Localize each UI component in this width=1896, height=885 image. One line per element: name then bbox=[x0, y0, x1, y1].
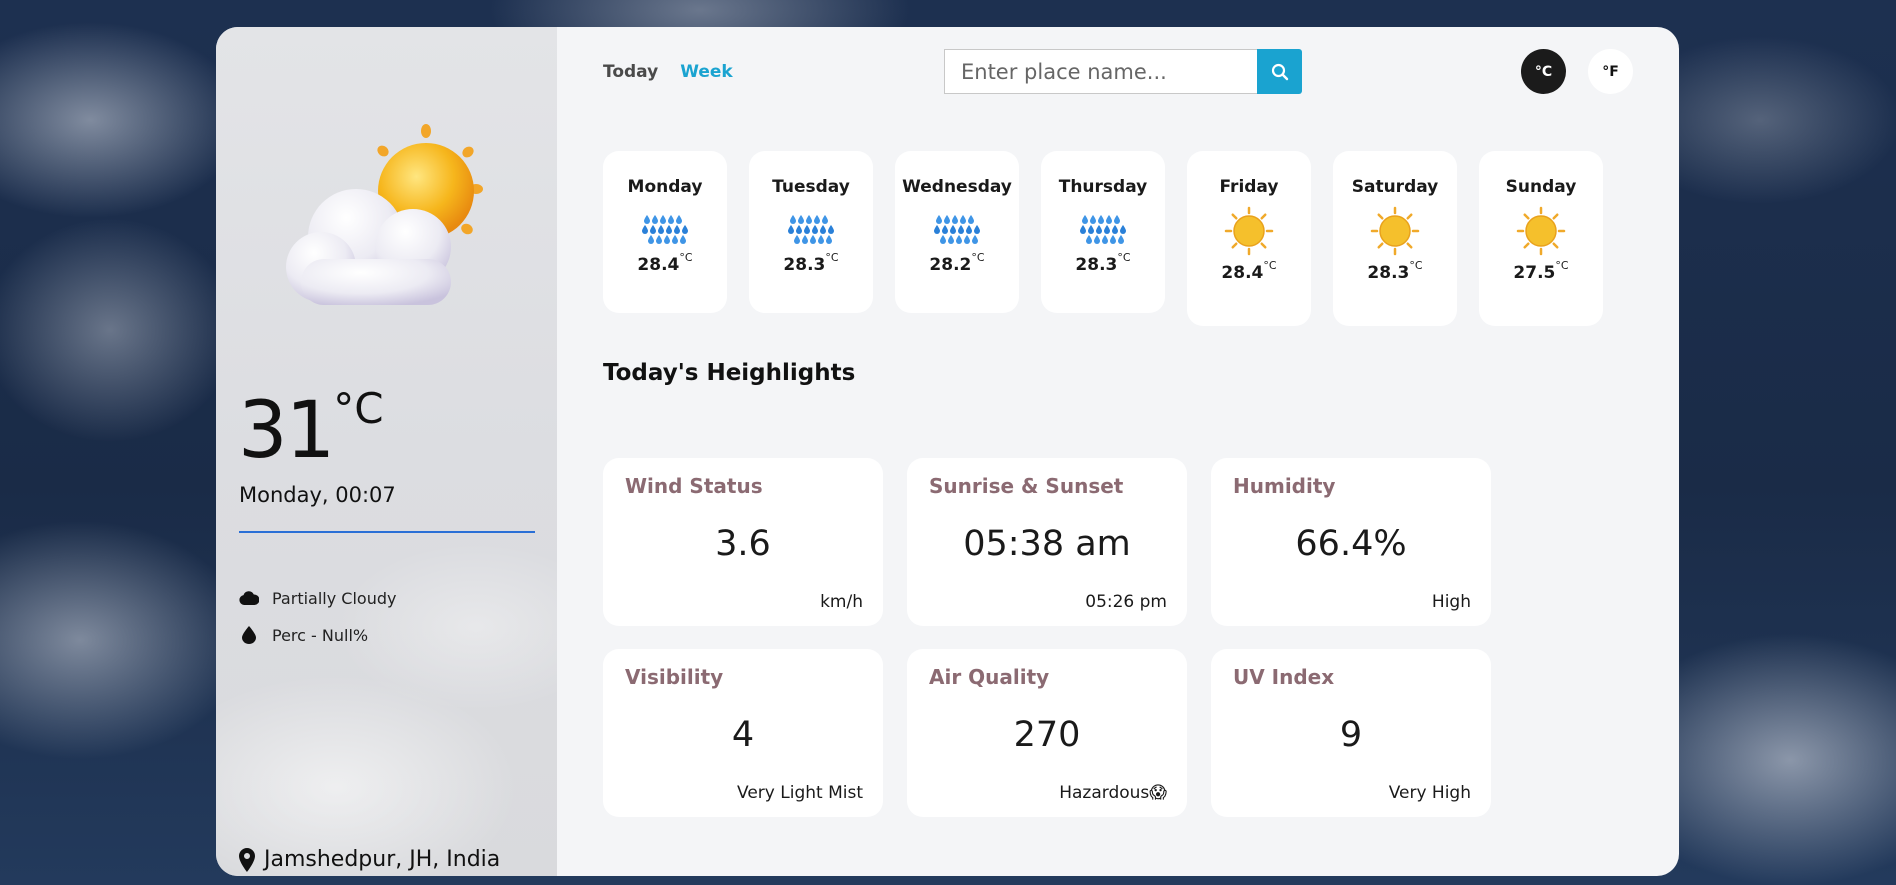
drop-icon bbox=[239, 625, 259, 645]
partly-cloudy-icon bbox=[286, 124, 483, 305]
card-value: 3.6 bbox=[715, 524, 771, 564]
condition-text: Partially Cloudy bbox=[272, 588, 397, 608]
wind-status-card: Wind Status 3.6 km/h bbox=[603, 458, 883, 626]
card-subtext: Hazardous😱 bbox=[1059, 783, 1167, 803]
card-value: 05:38 am bbox=[963, 524, 1131, 564]
day-temp: 27.5°C bbox=[1513, 259, 1569, 283]
current-datetime: Monday, 00:07 bbox=[239, 483, 396, 507]
current-temperature: 31°C bbox=[238, 384, 384, 476]
card-title: Sunrise & Sunset bbox=[929, 474, 1124, 498]
sun-icon bbox=[1333, 203, 1457, 259]
tab-week[interactable]: Week bbox=[680, 62, 733, 82]
search-button[interactable] bbox=[1257, 49, 1302, 94]
temp-unit: °C bbox=[333, 384, 384, 433]
location: Jamshedpur, JH, India bbox=[238, 847, 500, 872]
celsius-button[interactable]: °C bbox=[1521, 49, 1566, 94]
day-temp: 28.3°C bbox=[1075, 251, 1131, 275]
day-card-tuesday: Tuesday 28.3°C bbox=[749, 151, 873, 313]
precip-text: Perc - Null% bbox=[272, 625, 369, 645]
card-title: Visibility bbox=[625, 665, 724, 689]
card-title: Air Quality bbox=[929, 665, 1050, 689]
condition-row: Partially Cloudy bbox=[239, 588, 396, 608]
sunrise-sunset-card: Sunrise & Sunset 05:38 am 05:26 pm bbox=[907, 458, 1187, 626]
day-card-sunday: Sunday 27.5°C bbox=[1479, 151, 1603, 326]
day-name: Friday bbox=[1219, 177, 1279, 197]
location-pin-icon bbox=[239, 847, 255, 872]
weather-app: 31°C Monday, 00:07 Partially Cloudy Perc… bbox=[216, 27, 1679, 876]
card-subtext: km/h bbox=[820, 592, 863, 612]
highlights-title: Today's Heighlights bbox=[603, 360, 856, 386]
location-text: Jamshedpur, JH, India bbox=[264, 847, 501, 872]
rain-icon bbox=[603, 205, 727, 251]
day-temp: 28.3°C bbox=[783, 251, 839, 275]
rain-icon bbox=[895, 205, 1019, 251]
day-name: Thursday bbox=[1058, 177, 1148, 197]
day-temp: 28.2°C bbox=[929, 251, 985, 275]
card-subtext: Very High bbox=[1388, 783, 1471, 803]
day-card-thursday: Thursday 28.3°C bbox=[1041, 151, 1165, 313]
card-value: 66.4% bbox=[1295, 524, 1407, 564]
precip-row: Perc - Null% bbox=[239, 625, 368, 645]
card-subtext: Very Light Mist bbox=[737, 783, 863, 803]
search-input[interactable] bbox=[944, 49, 1257, 94]
day-card-monday: Monday 28.4°C bbox=[603, 151, 727, 313]
card-subtext: 05:26 pm bbox=[1085, 592, 1167, 612]
card-value: 9 bbox=[1339, 715, 1363, 755]
day-card-saturday: Saturday 28.3°C bbox=[1333, 151, 1457, 326]
day-temp: 28.3°C bbox=[1367, 259, 1423, 283]
cloud-icon bbox=[239, 588, 259, 608]
day-name: Monday bbox=[627, 177, 703, 197]
sun-icon bbox=[1187, 203, 1311, 259]
day-name: Tuesday bbox=[772, 177, 850, 197]
day-name: Sunday bbox=[1505, 177, 1577, 197]
day-card-wednesday: Wednesday 28.2°C bbox=[895, 151, 1019, 313]
sidebar: 31°C Monday, 00:07 Partially Cloudy Perc… bbox=[216, 27, 557, 876]
day-temp: 28.4°C bbox=[1221, 259, 1277, 283]
day-temp: 28.4°C bbox=[637, 251, 693, 275]
card-title: Humidity bbox=[1233, 474, 1336, 498]
day-name: Wednesday bbox=[902, 177, 1012, 197]
visibility-card: Visibility 4 Very Light Mist bbox=[603, 649, 883, 817]
air-quality-card: Air Quality 270 Hazardous😱 bbox=[907, 649, 1187, 817]
sun-icon bbox=[1479, 203, 1603, 259]
card-title: UV Index bbox=[1233, 665, 1335, 689]
rain-icon bbox=[1041, 205, 1165, 251]
card-value: 4 bbox=[731, 715, 755, 755]
card-value: 270 bbox=[1013, 715, 1081, 755]
search-icon bbox=[1271, 63, 1288, 80]
week-forecast: Monday 28.4°C Tuesday 28.3°C Wednesday 2… bbox=[603, 151, 1603, 326]
tabs: Today Week bbox=[603, 62, 733, 82]
day-card-friday: Friday 28.4°C bbox=[1187, 151, 1311, 326]
fahrenheit-button[interactable]: °F bbox=[1588, 49, 1633, 94]
highlights-grid: Wind Status 3.6 km/h Sunrise & Sunset 05… bbox=[603, 458, 1491, 817]
divider bbox=[239, 531, 535, 533]
card-subtext: High bbox=[1431, 592, 1471, 612]
main-panel: Today Week °C °F Monday 28.4°C Tuesday 2… bbox=[557, 27, 1679, 876]
day-name: Saturday bbox=[1351, 177, 1439, 197]
rain-icon bbox=[749, 205, 873, 251]
uv-index-card: UV Index 9 Very High bbox=[1211, 649, 1491, 817]
humidity-card: Humidity 66.4% High bbox=[1211, 458, 1491, 626]
tab-today[interactable]: Today bbox=[603, 62, 658, 82]
card-title: Wind Status bbox=[625, 474, 763, 498]
search-bar bbox=[944, 49, 1304, 94]
